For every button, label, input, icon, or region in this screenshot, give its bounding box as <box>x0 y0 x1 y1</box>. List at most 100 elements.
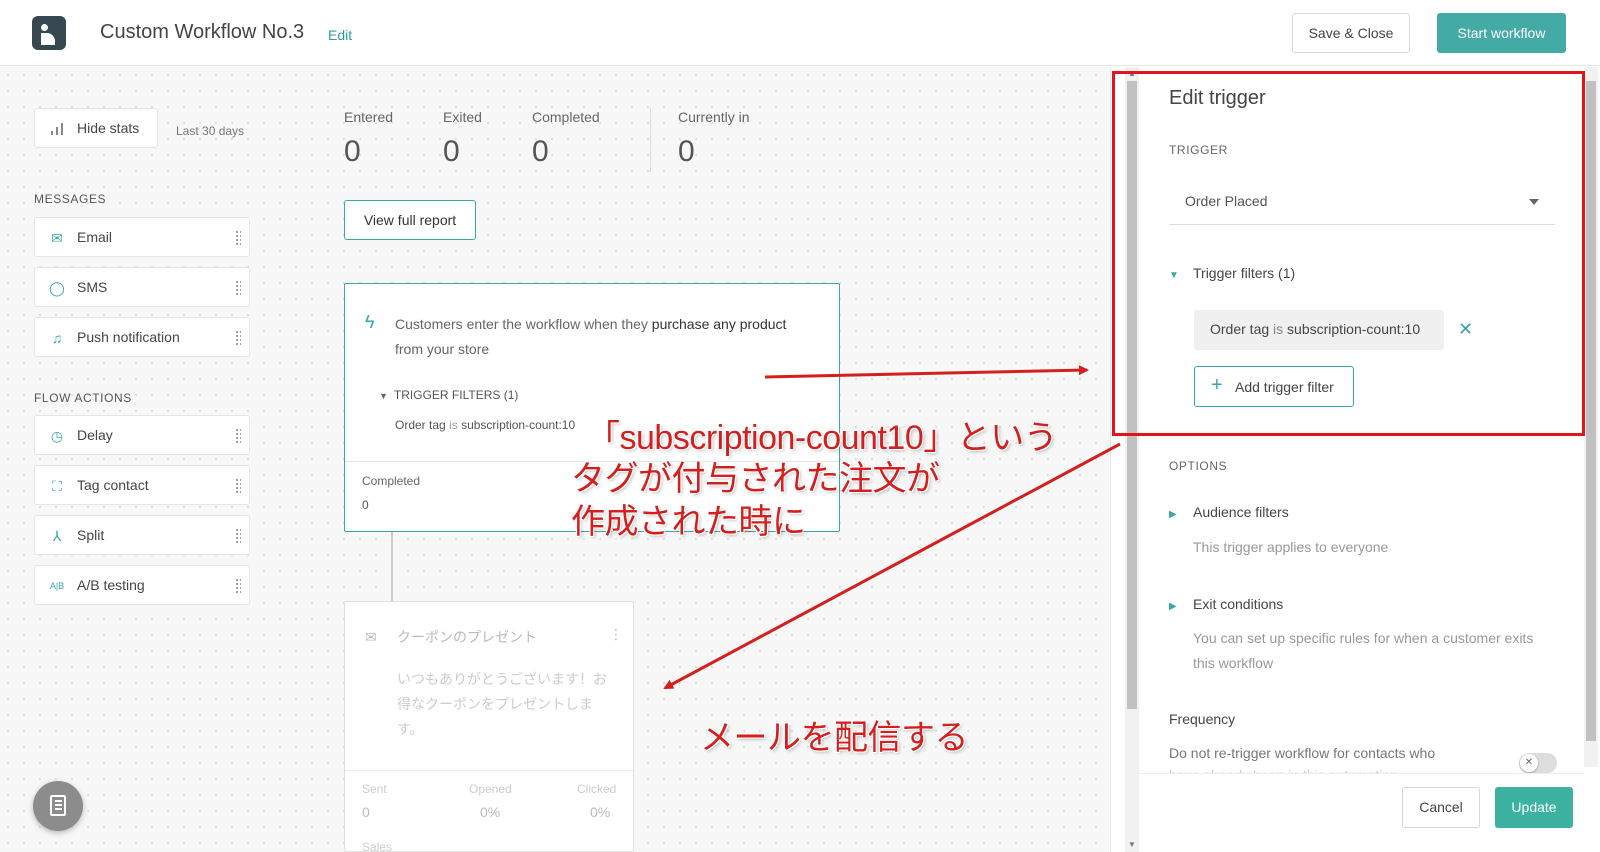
app-header: Custom Workflow No.3 Edit Save & Close S… <box>0 0 1600 66</box>
audience-note: This trigger applies to everyone <box>1193 539 1389 555</box>
annotation-line-2: タグが付与された注文が <box>571 460 940 498</box>
tool-delay[interactable]: ◷ Delay <box>34 415 250 455</box>
edit-trigger-panel: ▲ ▼ Edit trigger TRIGGER Order Placed ▼ T… <box>1110 67 1600 852</box>
start-workflow-button[interactable]: Start workflow <box>1437 13 1566 53</box>
tool-label: Push notification <box>77 329 180 345</box>
tool-email[interactable]: ✉ Email <box>34 217 250 257</box>
metric-sent-label: Sent <box>362 782 387 796</box>
trigger-type-value: Order Placed <box>1185 193 1268 209</box>
drag-handle-icon[interactable] <box>235 528 241 544</box>
metric-opened-label: Opened <box>469 782 512 796</box>
lightning-bolt-icon: ϟ <box>365 312 375 332</box>
update-button[interactable]: Update <box>1495 787 1573 828</box>
tool-sms[interactable]: ◯ SMS <box>34 267 250 307</box>
card-divider <box>345 770 633 771</box>
exit-conditions-label: Exit conditions <box>1193 596 1284 612</box>
tool-ab-testing[interactable]: A|B A/B testing <box>34 565 250 605</box>
tool-label: A/B testing <box>77 577 145 593</box>
stat-label: Entered <box>344 109 394 125</box>
filter-key: Order tag <box>395 418 446 432</box>
hide-stats-button[interactable]: Hide stats <box>34 108 158 148</box>
ab-icon: A|B <box>49 581 65 591</box>
completed-value: 0 <box>362 498 369 512</box>
bell-icon: ♫ <box>51 330 63 346</box>
drag-handle-icon[interactable] <box>235 428 241 444</box>
tool-tag-contact[interactable]: ⛶ Tag contact <box>34 465 250 505</box>
email-name: クーポンのプレゼント <box>397 629 537 645</box>
desc-prefix: Customers enter the workflow when they <box>395 316 652 332</box>
trigger-filters-label: Trigger filters (1) <box>1193 265 1296 281</box>
tag-contact-icon: ⛶ <box>52 478 62 494</box>
email-preview-text: いつもありがとうございます！お得なクーポンをプレゼントします。 <box>397 671 607 737</box>
completed-label: Completed <box>362 474 421 488</box>
stat-exited: Exited 0 <box>443 109 482 169</box>
flow-actions-heading: FLOW ACTIONS <box>34 391 132 405</box>
more-vertical-icon[interactable]: ⋮ <box>609 626 623 643</box>
tool-label: Delay <box>77 427 113 443</box>
chat-bubble-icon: ◯ <box>49 280 65 296</box>
stat-currently-in: Currently in 0 <box>678 109 750 169</box>
trigger-filter-chip[interactable]: Order tag is subscription-count:10 <box>1194 310 1444 350</box>
drag-handle-icon[interactable] <box>235 280 241 296</box>
caret-right-icon: ▶ <box>1169 601 1177 612</box>
add-trigger-filter-button[interactable]: + Add trigger filter <box>1194 366 1354 407</box>
filter-value: subscription-count:10 <box>461 418 576 432</box>
metric-clicked-label: Clicked <box>577 782 617 796</box>
trigger-description: Customers enter the workflow when they p… <box>395 312 815 362</box>
audience-filters-toggle[interactable]: ▶ Audience filters <box>1169 504 1289 520</box>
edit-title-link[interactable]: Edit <box>328 27 352 43</box>
brand-logo-icon[interactable] <box>32 16 66 50</box>
metric-clicked-value: 0% <box>590 804 611 820</box>
desc-bold: purchase any product <box>651 316 787 332</box>
tool-label: Email <box>77 229 113 245</box>
stat-value: 0 <box>532 135 549 168</box>
stat-entered: Entered 0 <box>344 109 393 169</box>
stat-completed: Completed 0 <box>532 109 600 169</box>
drag-handle-icon[interactable] <box>235 230 241 246</box>
caret-right-icon: ▶ <box>1169 509 1177 520</box>
cancel-button[interactable]: Cancel <box>1402 787 1480 828</box>
drag-handle-icon[interactable] <box>235 330 241 346</box>
chip-op: is <box>1273 321 1284 337</box>
metric-opened-value: 0% <box>480 804 501 820</box>
split-icon: ⅄ <box>52 528 62 544</box>
exit-conditions-toggle[interactable]: ▶ Exit conditions <box>1169 596 1283 612</box>
close-icon: ✕ <box>1520 754 1538 772</box>
stat-label: Currently in <box>678 109 750 125</box>
caret-down-icon: ▼ <box>1169 270 1179 281</box>
tool-split[interactable]: ⅄ Split <box>34 515 250 555</box>
stat-label: Exited <box>443 109 482 125</box>
stat-value: 0 <box>678 135 695 168</box>
drag-handle-icon[interactable] <box>235 478 241 494</box>
tool-label: SMS <box>77 279 108 295</box>
frequency-label: Frequency <box>1169 711 1236 727</box>
stat-value: 0 <box>443 135 460 168</box>
audience-filters-label: Audience filters <box>1193 504 1289 520</box>
plus-icon: + <box>1211 374 1223 396</box>
tool-label: Tag contact <box>77 477 149 493</box>
scroll-up-icon[interactable]: ▲ <box>1125 67 1139 81</box>
trigger-filters-heading[interactable]: TRIGGER FILTERS (1) <box>379 388 518 402</box>
panel-scrollbar-thumb[interactable] <box>1586 81 1596 741</box>
notes-fab-button[interactable] <box>33 781 83 831</box>
clock-icon: ◷ <box>50 428 64 444</box>
tool-push-notification[interactable]: ♫ Push notification <box>34 317 250 357</box>
metric-sent-value: 0 <box>362 804 370 820</box>
envelope-icon: ✉ <box>51 230 63 246</box>
stat-divider <box>650 108 651 172</box>
view-full-report-button[interactable]: View full report <box>344 200 476 240</box>
trigger-type-select[interactable]: Order Placed <box>1169 179 1555 225</box>
add-filter-label: Add trigger filter <box>1235 379 1334 395</box>
save-close-button[interactable]: Save & Close <box>1292 13 1410 53</box>
trigger-filter-summary: Order tag is subscription-count:10 <box>395 418 575 432</box>
messages-heading: MESSAGES <box>34 192 107 206</box>
remove-filter-icon[interactable]: ✕ <box>1458 319 1473 340</box>
frequency-toggle[interactable]: ✕ <box>1519 753 1557 773</box>
email-node-card[interactable]: ✉ クーポンのプレゼント ⋮ いつもありがとうございます！お得なクーポンをプレゼ… <box>344 601 634 852</box>
scroll-down-icon[interactable]: ▼ <box>1125 838 1139 852</box>
drag-handle-icon[interactable] <box>235 578 241 594</box>
trigger-filters-toggle[interactable]: ▼ Trigger filters (1) <box>1169 265 1295 281</box>
chip-key: Order tag <box>1210 321 1270 337</box>
canvas-scrollbar-thumb[interactable] <box>1127 81 1137 709</box>
hide-stats-label: Hide stats <box>77 120 140 136</box>
